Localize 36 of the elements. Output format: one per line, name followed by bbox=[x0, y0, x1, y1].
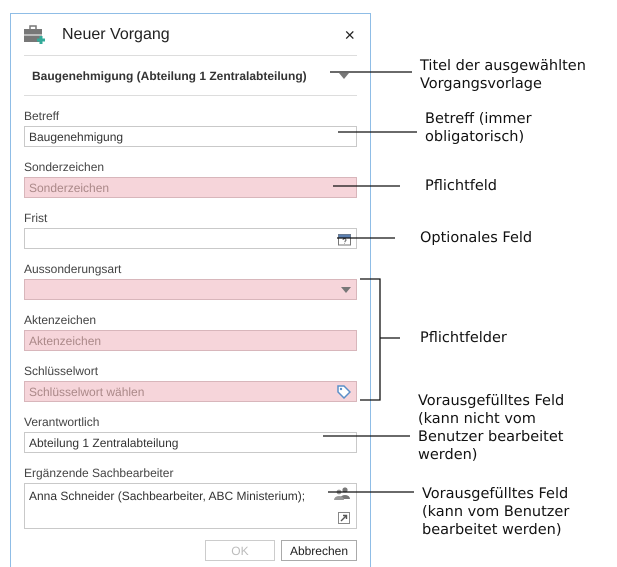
dropdown-field[interactable] bbox=[24, 279, 357, 300]
annotation-text: Betreff (immer obligatorisch) bbox=[425, 110, 532, 146]
annotation-text: Titel der ausgewählten Vorgangsvorlage bbox=[420, 57, 586, 93]
leader-line bbox=[333, 185, 400, 187]
field-label: Sonderzeichen bbox=[24, 159, 106, 175]
field-label: Aktenzeichen bbox=[24, 312, 98, 328]
close-button[interactable]: × bbox=[342, 26, 357, 44]
input-field[interactable]: Aktenzeichen bbox=[24, 330, 357, 351]
field-label: Ergänzende Sachbearbeiter bbox=[24, 465, 174, 481]
tag-icon[interactable] bbox=[337, 384, 351, 398]
annotation-text: Optionales Feld bbox=[420, 229, 532, 247]
dropdown-arrow-icon bbox=[339, 72, 349, 78]
input-field[interactable]: Abteilung 1 Zentralabteilung bbox=[24, 432, 357, 453]
input-field[interactable]: Schlüsselwort wählen bbox=[24, 381, 357, 402]
annotation-text: Vorausgefülltes Feld (kann nicht vom Benutzer bearbeitet werden) bbox=[418, 392, 564, 464]
field-label: Betreff bbox=[24, 108, 60, 124]
input-field[interactable]: Anna Schneider (Sachbearbeiter, ABC Ministerium); bbox=[24, 483, 357, 529]
dialog-title: Neuer Vorgang bbox=[62, 24, 170, 44]
input-field[interactable] bbox=[24, 228, 357, 249]
expand-icon[interactable] bbox=[338, 512, 350, 524]
leader-line bbox=[337, 237, 395, 239]
briefcase-add-icon bbox=[24, 24, 46, 44]
dropdown-arrow-icon[interactable] bbox=[341, 286, 351, 292]
field-label: Frist bbox=[24, 210, 48, 226]
field-label: Verantwortlich bbox=[24, 414, 100, 430]
input-field[interactable]: Sonderzeichen bbox=[24, 177, 357, 198]
field-label: Schlüsselwort bbox=[24, 363, 100, 379]
calendar-icon[interactable] bbox=[338, 232, 351, 245]
people-icon[interactable] bbox=[334, 487, 350, 500]
annotation-text: Pflichtfelder bbox=[420, 329, 507, 347]
template-dropdown[interactable]: Baugenehmigung (Abteilung 1 Zentralabteilung) bbox=[24, 56, 357, 96]
field-label: Aussonderungsart bbox=[24, 261, 122, 277]
cancel-button[interactable]: Abbrechen bbox=[280, 540, 357, 561]
annotation-text: Pflichtfeld bbox=[425, 177, 498, 195]
input-field[interactable]: Baugenehmigung bbox=[24, 126, 357, 147]
annotation-text: Vorausgefülltes Feld (kann vom Benutzer bearbeitet werden) bbox=[422, 485, 570, 539]
